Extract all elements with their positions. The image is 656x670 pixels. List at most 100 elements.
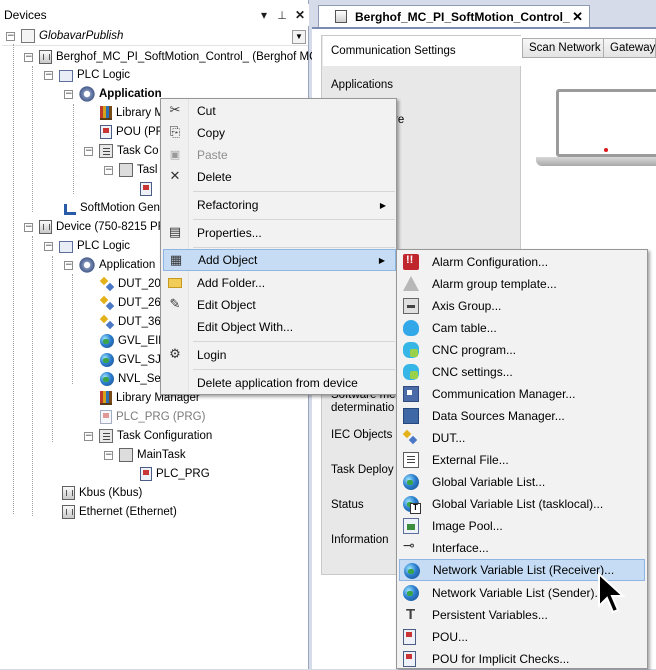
clipboard-icon: ▣ <box>169 148 181 161</box>
tree-node-kbus[interactable]: Kbus (Kbus) <box>62 484 142 502</box>
panel-dropdown-icon[interactable]: ▾ <box>255 8 273 22</box>
submenu-item-data-sources-manager[interactable]: Data Sources Manager... <box>397 405 647 427</box>
tree-node-plc-prg[interactable]: PLC_PRG (PRG) <box>100 408 205 426</box>
pin-icon[interactable]: ⊥ <box>273 9 291 22</box>
menu-item-cut[interactable]: ✂ Cut <box>161 100 396 122</box>
collapse-icon[interactable]: − <box>104 165 113 175</box>
tree-node-library[interactable]: Library M <box>100 104 164 122</box>
collapse-icon[interactable]: − <box>84 431 93 441</box>
editor-tab[interactable]: Berghof_MC_PI_SoftMotion_Control_ ✕ <box>318 5 590 27</box>
submenu-item-interface[interactable]: Interface... <box>397 537 647 559</box>
tree-node-project[interactable]: − GlobavarPublish <box>6 27 123 45</box>
tree-node-pou[interactable]: POU (PR <box>100 123 164 141</box>
menu-separator <box>193 219 395 220</box>
menu-item-label: Edit Object <box>197 298 256 312</box>
tree-node-ethernet[interactable]: Ethernet (Ethernet) <box>62 503 177 521</box>
close-icon[interactable]: ✕ <box>291 8 309 22</box>
menu-item-paste: ▣ Paste <box>161 144 396 166</box>
collapse-icon[interactable]: − <box>44 70 53 80</box>
menu-item-add-folder[interactable]: Add Folder... <box>161 272 396 294</box>
tree-line <box>32 66 33 212</box>
collapse-icon[interactable]: − <box>6 31 15 41</box>
submenu-item-image-pool[interactable]: Image Pool... <box>397 515 647 537</box>
tree-node-label: Tasl <box>137 164 158 176</box>
tree-node-nvl-ser[interactable]: NVL_Ser <box>100 370 165 388</box>
chevron-down-icon[interactable]: ▼ <box>292 30 306 44</box>
tree-node-task-config[interactable]: − Task Co <box>84 142 159 160</box>
nav-information[interactable]: Information <box>331 534 389 546</box>
submenu-item-cnc-settings[interactable]: CNC settings... <box>397 361 647 383</box>
collapse-icon[interactable]: − <box>64 89 73 99</box>
gateway-button[interactable]: Gateway <box>603 38 656 58</box>
plc-device-icon <box>39 220 52 234</box>
close-icon[interactable]: ✕ <box>572 9 583 25</box>
submenu-item-label: Image Pool... <box>432 519 503 533</box>
nav-communication-settings[interactable]: Communication Settings <box>323 36 521 66</box>
submenu-item-label: Network Variable List (Receiver)... <box>433 563 615 577</box>
submenu-item-external-file[interactable]: External File... <box>397 449 647 471</box>
menu-item-refactoring[interactable]: Refactoring ▶ <box>161 194 396 216</box>
submenu-item-cam-table[interactable]: Cam table... <box>397 317 647 339</box>
tree-node-maintask[interactable]: − MainTask <box>104 446 186 464</box>
submenu-item-alarm-configuration[interactable]: Alarm Configuration... <box>397 251 647 273</box>
dut-icon <box>403 430 419 446</box>
submenu-item-pou-implicit-checks[interactable]: POU for Implicit Checks... <box>397 648 647 670</box>
tree-node-dut-36[interactable]: DUT_36 <box>100 313 161 331</box>
tree-node-task-pou[interactable] <box>140 180 156 198</box>
collapse-icon[interactable]: − <box>64 260 73 270</box>
tree-node-label: Device (750-8215 PF <box>56 221 165 233</box>
collapse-icon[interactable]: − <box>104 450 113 460</box>
nav-determination[interactable]: determinatio <box>331 402 394 414</box>
nav-task-deploy[interactable]: Task Deploy <box>331 464 394 476</box>
collapse-icon[interactable]: − <box>24 222 33 232</box>
submenu-item-dut[interactable]: DUT... <box>397 427 647 449</box>
tree-node-application2[interactable]: − Application <box>64 256 155 274</box>
submenu-item-pou[interactable]: POU... <box>397 626 647 648</box>
scissors-icon: ✂ <box>169 103 181 118</box>
menu-separator <box>193 341 395 342</box>
menu-item-delete-app[interactable]: Delete application from device <box>161 372 396 394</box>
collapse-icon[interactable]: − <box>24 52 33 62</box>
submenu-item-gvl-tasklocal[interactable]: Global Variable List (tasklocal)... <box>397 493 647 515</box>
tree-node-label: DUT_26 <box>118 297 161 309</box>
tree-node-dut-20[interactable]: DUT_20 <box>100 275 161 293</box>
menu-item-edit-object-with[interactable]: Edit Object With... <box>161 316 396 338</box>
nav-applications[interactable]: Applications <box>331 79 393 91</box>
submenu-item-global-variable-list[interactable]: Global Variable List... <box>397 471 647 493</box>
tree-node-device2[interactable]: − Device (750-8215 PF <box>24 218 165 236</box>
tree-node-label: PLC_PRG (PRG) <box>116 411 206 423</box>
submenu-item-communication-manager[interactable]: Communication Manager... <box>397 383 647 405</box>
tree-node-application[interactable]: − Application <box>64 85 162 103</box>
menu-item-delete[interactable]: ✕ Delete <box>161 166 396 188</box>
submenu-item-axis-group[interactable]: Axis Group... <box>397 295 647 317</box>
tree-node-task[interactable]: − Tasl <box>104 161 157 179</box>
nav-status[interactable]: Status <box>331 499 364 511</box>
tree-node-label: Library M <box>116 107 164 119</box>
collapse-icon[interactable]: − <box>44 241 53 251</box>
tree-node-device[interactable]: − Berghof_MC_PI_SoftMotion_Control_ (Ber… <box>24 48 321 66</box>
tree-node-plc-logic[interactable]: − PLC Logic <box>44 66 130 84</box>
menu-item-label: Cut <box>197 104 216 118</box>
menu-item-edit-object[interactable]: ✎ Edit Object <box>161 294 396 316</box>
properties-icon: ▤ <box>168 225 182 240</box>
nav-iec-objects[interactable]: IEC Objects <box>331 429 392 441</box>
submenu-item-cnc-program[interactable]: CNC program... <box>397 339 647 361</box>
submenu-item-alarm-group-template[interactable]: Alarm group template... <box>397 273 647 295</box>
menu-item-properties[interactable]: ▤ Properties... <box>161 222 396 244</box>
tree-node-gvl-eip[interactable]: GVL_EIP <box>100 332 166 350</box>
scan-network-button[interactable]: Scan Network <box>522 38 608 58</box>
collapse-icon[interactable]: − <box>84 146 93 156</box>
submenu-item-label: POU... <box>432 630 469 644</box>
tree-node-plc-prg-call[interactable]: PLC_PRG <box>140 465 210 483</box>
menu-item-label: Copy <box>197 126 226 140</box>
tree-node-plc-logic2[interactable]: − PLC Logic <box>44 237 130 255</box>
menu-item-copy[interactable]: ⎘ Copy <box>161 122 396 144</box>
menu-item-add-object[interactable]: ▦ Add Object ▶ <box>163 249 396 271</box>
tree-node-softmotion[interactable]: SoftMotion Gene <box>62 199 166 217</box>
tree-node-gvl-sj1[interactable]: GVL_SJ1 <box>100 351 167 369</box>
menu-item-login[interactable]: ⚙ Login <box>161 344 396 366</box>
tree-node-task-config2[interactable]: − Task Configuration <box>84 427 212 445</box>
tree-node-label: Ethernet (Ethernet) <box>79 506 177 518</box>
tree-node-dut-26[interactable]: DUT_26 <box>100 294 161 312</box>
menu-separator <box>193 247 395 248</box>
